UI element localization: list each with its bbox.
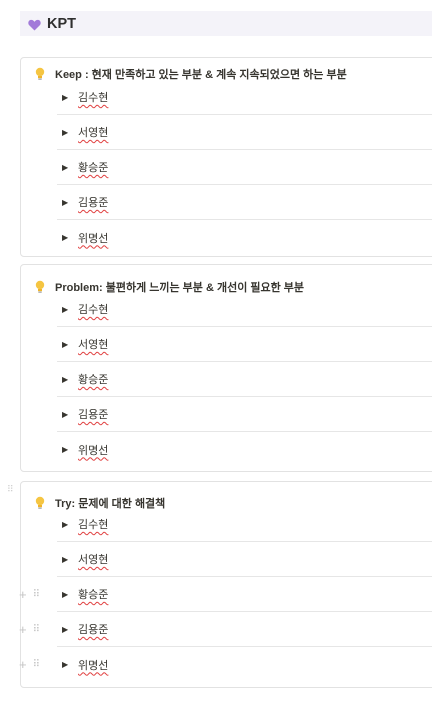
toggle-item[interactable]: ▶ 황승준 bbox=[57, 362, 432, 397]
toggle-item[interactable]: ▶ 김용준 bbox=[57, 185, 432, 220]
toggle-label: 김수현 bbox=[78, 304, 109, 316]
toggle-label: 김용준 bbox=[78, 197, 109, 209]
triangle-right-icon[interactable]: ▶ bbox=[62, 410, 76, 419]
try-callout: Try: 문제에 대한 해결책 ▶ 김수현 ▶ 서영현 + ⠿ ▶ 황승준 + ⠿ ▶ 김용… bbox=[19, 481, 432, 688]
toggle-item[interactable]: + ⠿ ▶ 위명선 bbox=[19, 647, 432, 682]
toggle-list: ▶ 김수현 ▶ 서영현 ▶ 황승준 ▶ 김용준 ▶ 위명선 bbox=[57, 292, 432, 467]
lightbulb-icon bbox=[35, 496, 45, 510]
triangle-right-icon[interactable]: ▶ bbox=[62, 445, 76, 454]
block-controls: + ⠿ bbox=[19, 647, 40, 682]
triangle-right-icon[interactable]: ▶ bbox=[62, 93, 76, 102]
toggle-item[interactable]: ▶ 김용준 bbox=[57, 397, 432, 432]
triangle-right-icon[interactable]: ▶ bbox=[62, 305, 76, 314]
toggle-item[interactable]: ▶ 서영현 bbox=[57, 327, 432, 362]
add-block-icon[interactable]: + bbox=[19, 622, 27, 637]
toggle-item[interactable]: + ⠿ ▶ 김용준 bbox=[19, 612, 432, 647]
problem-callout: Problem: 불편하게 느끼는 부분 & 개선이 필요한 부분 ▶ 김수현 ▶… bbox=[20, 264, 432, 472]
triangle-right-icon[interactable]: ▶ bbox=[62, 375, 76, 384]
toggle-item[interactable]: ▶ 위명선 bbox=[57, 220, 432, 255]
toggle-item[interactable]: + ⠿ ▶ 황승준 bbox=[19, 577, 432, 612]
drag-handle-icon[interactable]: ⠿ bbox=[33, 589, 40, 600]
add-block-icon[interactable]: + bbox=[19, 587, 27, 602]
toggle-label: 김용준 bbox=[78, 624, 109, 636]
toggle-label: 황승준 bbox=[78, 162, 109, 174]
toggle-label: 김용준 bbox=[78, 409, 109, 421]
toggle-label: 김수현 bbox=[78, 92, 109, 104]
toggle-item[interactable]: ▶ 김수현 bbox=[57, 507, 432, 542]
page-header: KPT bbox=[20, 11, 432, 36]
triangle-right-icon[interactable]: ▶ bbox=[62, 233, 76, 242]
purple-heart-icon bbox=[28, 18, 41, 30]
toggle-item[interactable]: ▶ 서영현 bbox=[57, 115, 432, 150]
keep-callout: Keep : 현재 만족하고 있는 부분 & 계속 지속되었으면 하는 부분 ▶… bbox=[20, 57, 432, 257]
toggle-label: 위명선 bbox=[78, 232, 109, 245]
triangle-right-icon[interactable]: ▶ bbox=[62, 625, 76, 634]
toggle-item[interactable]: ▶ 김수현 bbox=[57, 292, 432, 327]
toggle-label: 김수현 bbox=[78, 519, 109, 531]
drag-handle-icon[interactable]: ⠿ bbox=[33, 624, 40, 635]
triangle-right-icon[interactable]: ▶ bbox=[62, 660, 76, 669]
toggle-list: ▶ 김수현 ▶ 서영현 ▶ 황승준 ▶ 김용준 ▶ 위명선 bbox=[57, 80, 432, 255]
block-controls: + ⠿ bbox=[19, 612, 40, 647]
toggle-label: 서영현 bbox=[78, 339, 109, 351]
block-controls: + ⠿ bbox=[19, 577, 40, 612]
toggle-item[interactable]: ▶ 황승준 bbox=[57, 150, 432, 185]
lightbulb-icon bbox=[35, 67, 45, 81]
toggle-list: ▶ 김수현 ▶ 서영현 + ⠿ ▶ 황승준 + ⠿ ▶ 김용준 + ⠿ ▶ 위명선 bbox=[19, 507, 432, 682]
triangle-right-icon[interactable]: ▶ bbox=[62, 590, 76, 599]
toggle-label: 황승준 bbox=[78, 374, 109, 386]
drag-handle-icon[interactable]: ⠿ bbox=[7, 484, 14, 495]
triangle-right-icon[interactable]: ▶ bbox=[62, 198, 76, 207]
triangle-right-icon[interactable]: ▶ bbox=[62, 555, 76, 564]
toggle-item[interactable]: ▶ 위명선 bbox=[57, 432, 432, 467]
toggle-item[interactable]: ▶ 김수현 bbox=[57, 80, 432, 115]
toggle-label: 서영현 bbox=[78, 127, 109, 139]
page-title: KPT bbox=[47, 15, 76, 32]
toggle-label: 서영현 bbox=[78, 554, 109, 566]
lightbulb-icon bbox=[35, 280, 45, 294]
triangle-right-icon[interactable]: ▶ bbox=[62, 340, 76, 349]
triangle-right-icon[interactable]: ▶ bbox=[62, 128, 76, 137]
add-block-icon[interactable]: + bbox=[19, 657, 27, 672]
drag-handle-icon[interactable]: ⠿ bbox=[33, 659, 40, 670]
toggle-label: 위명선 bbox=[78, 659, 109, 672]
toggle-label: 위명선 bbox=[78, 444, 109, 457]
triangle-right-icon[interactable]: ▶ bbox=[62, 520, 76, 529]
toggle-item[interactable]: ▶ 서영현 bbox=[57, 542, 432, 577]
triangle-right-icon[interactable]: ▶ bbox=[62, 163, 76, 172]
toggle-label: 황승준 bbox=[78, 589, 109, 601]
